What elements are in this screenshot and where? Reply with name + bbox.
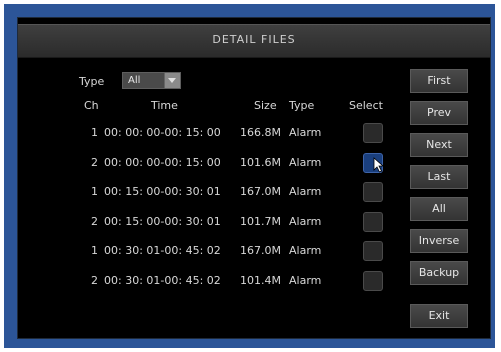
select-checkbox[interactable] <box>363 241 383 261</box>
header-type: Type <box>289 99 315 112</box>
cell-type: Alarm <box>289 185 322 198</box>
cell-ch: 2 <box>91 214 98 228</box>
cell-ch: 2 <box>91 273 98 287</box>
cell-type: Alarm <box>289 214 322 228</box>
cell-ch: 1 <box>91 244 98 257</box>
type-filter-label: Type <box>79 75 105 88</box>
select-checkbox[interactable] <box>363 182 383 202</box>
cell-ch: 1 <box>91 185 98 198</box>
mouse-cursor-icon <box>373 157 385 173</box>
cell-type: Alarm <box>289 244 322 257</box>
cell-size: 167.0M <box>240 244 281 257</box>
header-select: Select <box>349 99 383 112</box>
prev-button[interactable]: Prev <box>410 101 468 125</box>
cell-type: Alarm <box>289 126 322 139</box>
cell-size: 101.4M <box>240 273 281 287</box>
table-row[interactable]: 2 00: 30: 01-00: 45: 02 101.4M Alarm <box>18 270 398 294</box>
detail-files-panel: DETAIL FILES Type All Ch Time Size Type … <box>17 17 491 339</box>
cell-time: 00: 30: 01-00: 45: 02 <box>104 244 221 257</box>
cell-type: Alarm <box>289 155 322 169</box>
header-time: Time <box>151 99 178 112</box>
cell-type: Alarm <box>289 273 322 287</box>
exit-button[interactable]: Exit <box>410 304 468 328</box>
cell-time: 00: 00: 00-00: 15: 00 <box>104 126 221 139</box>
select-checkbox[interactable] <box>363 270 383 291</box>
title-bar: DETAIL FILES <box>18 24 490 58</box>
all-button[interactable]: All <box>410 197 468 221</box>
select-checkbox[interactable] <box>363 211 383 232</box>
type-filter-value: All <box>128 75 141 86</box>
cell-ch: 2 <box>91 155 98 169</box>
table-row[interactable]: 1 00: 30: 01-00: 45: 02 167.0M Alarm <box>18 241 398 264</box>
backup-button[interactable]: Backup <box>410 261 468 285</box>
cell-time: 00: 00: 00-00: 15: 00 <box>104 155 221 169</box>
table-row[interactable]: 2 00: 15: 00-00: 30: 01 101.7M Alarm <box>18 211 398 235</box>
cell-time: 00: 15: 00-00: 30: 01 <box>104 214 221 228</box>
cell-size: 166.8M <box>240 126 281 139</box>
next-button[interactable]: Next <box>410 133 468 157</box>
cell-size: 101.6M <box>240 155 281 169</box>
window-title: DETAIL FILES <box>212 33 296 46</box>
chevron-down-icon[interactable] <box>164 73 180 88</box>
cell-ch: 1 <box>91 126 98 139</box>
inverse-button[interactable]: Inverse <box>410 229 468 253</box>
cell-size: 167.0M <box>240 185 281 198</box>
type-filter-select[interactable]: All <box>122 72 181 89</box>
table-row[interactable]: 1 00: 00: 00-00: 15: 00 166.8M Alarm <box>18 123 398 146</box>
table-row[interactable]: 1 00: 15: 00-00: 30: 01 167.0M Alarm <box>18 182 398 205</box>
cell-size: 101.7M <box>240 214 281 228</box>
window-frame: DETAIL FILES Type All Ch Time Size Type … <box>4 4 495 348</box>
header-ch: Ch <box>84 99 99 112</box>
last-button[interactable]: Last <box>410 165 468 189</box>
select-checkbox[interactable] <box>363 123 383 143</box>
cell-time: 00: 30: 01-00: 45: 02 <box>104 273 221 287</box>
cell-time: 00: 15: 00-00: 30: 01 <box>104 185 221 198</box>
header-size: Size <box>254 99 277 112</box>
first-button[interactable]: First <box>410 69 468 93</box>
table-row[interactable]: 2 00: 00: 00-00: 15: 00 101.6M Alarm <box>18 152 398 176</box>
